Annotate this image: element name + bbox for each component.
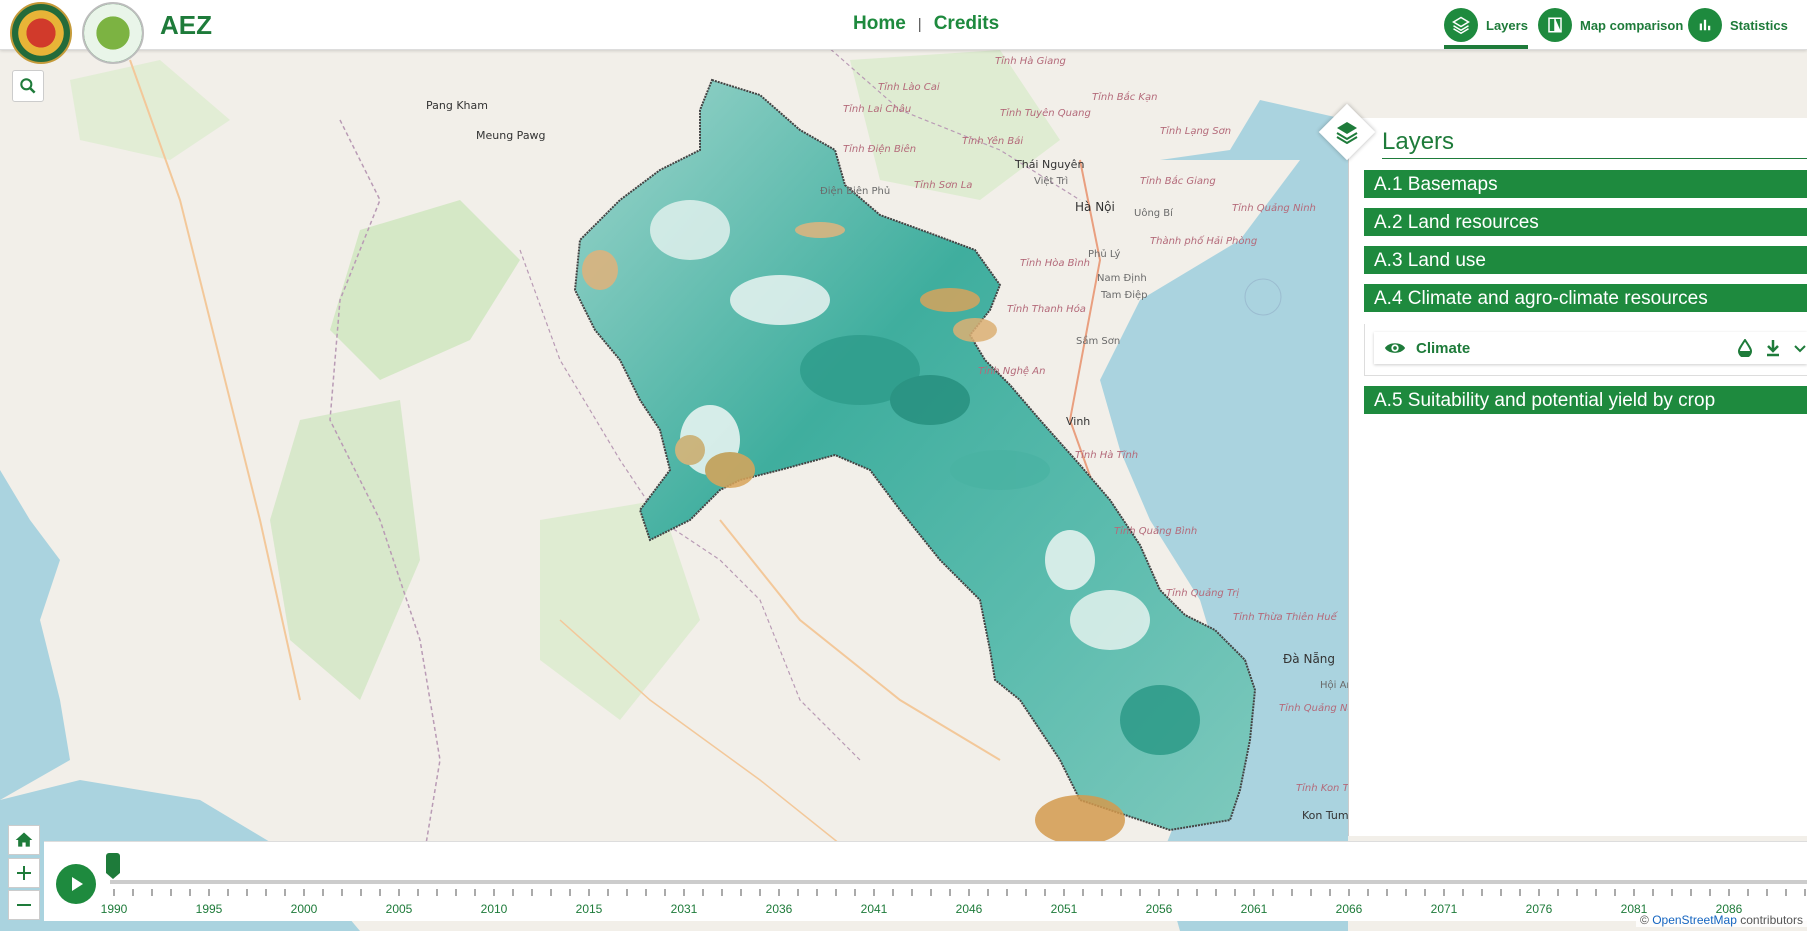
attribution-prefix: © bbox=[1640, 913, 1649, 927]
timeline-year-label: 1995 bbox=[195, 902, 223, 916]
timeline-year-label: 2010 bbox=[480, 902, 508, 916]
timeline-handle-tip bbox=[106, 873, 120, 879]
timeline-ticks bbox=[113, 889, 1806, 896]
timeline-year-label: 2076 bbox=[1525, 902, 1553, 916]
timeline-year-label: 2061 bbox=[1240, 902, 1268, 916]
timeline-year-label: 2056 bbox=[1145, 902, 1173, 916]
timeline-year-label: 2071 bbox=[1430, 902, 1458, 916]
timeline-year-label: 2036 bbox=[765, 902, 793, 916]
timeline-handle[interactable] bbox=[106, 853, 120, 873]
timeline-year-label: 2046 bbox=[955, 902, 983, 916]
timeline-year-label: 2051 bbox=[1050, 902, 1078, 916]
timeline-year-label: 2041 bbox=[860, 902, 888, 916]
timeline-year-label: 2066 bbox=[1335, 902, 1363, 916]
timeline-year-label: 2005 bbox=[385, 902, 413, 916]
timeline-year-label: 1990 bbox=[100, 902, 128, 916]
attribution-suffix: contributors bbox=[1740, 913, 1803, 927]
timeline-year-label: 2031 bbox=[670, 902, 698, 916]
attribution-link[interactable]: OpenStreetMap bbox=[1652, 913, 1737, 927]
map-attribution: © OpenStreetMap contributors bbox=[1636, 913, 1807, 927]
timeline-year-label: 2015 bbox=[575, 902, 603, 916]
timeline-year-label: 2000 bbox=[290, 902, 318, 916]
